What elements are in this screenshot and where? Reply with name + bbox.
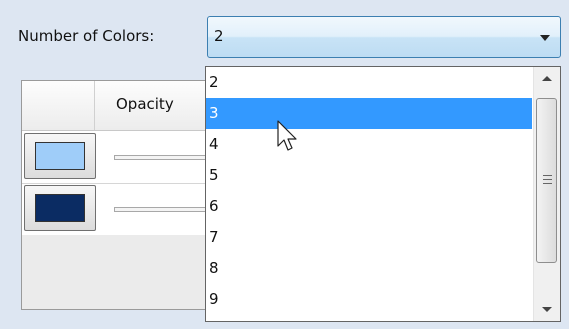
dropdown-option-7[interactable]: 7 xyxy=(206,222,532,253)
dropdown-option-8[interactable]: 8 xyxy=(206,253,532,284)
color-swatch-button-1[interactable] xyxy=(24,133,96,179)
dropdown-options: 23456789 xyxy=(206,67,532,315)
dropdown-option-2[interactable]: 2 xyxy=(206,67,532,98)
opacity-column-header: Opacity xyxy=(116,95,174,113)
scrollbar-thumb[interactable] xyxy=(536,98,557,263)
dropdown-option-9[interactable]: 9 xyxy=(206,284,532,315)
number-of-colors-label: Number of Colors: xyxy=(18,27,155,45)
dropdown-option-4[interactable]: 4 xyxy=(206,129,532,160)
grip-line xyxy=(543,175,552,176)
grid-header-corner xyxy=(22,81,95,130)
dropdown-option-6[interactable]: 6 xyxy=(206,191,532,222)
color-swatch-1 xyxy=(35,142,85,170)
mouse-pointer-icon xyxy=(277,120,297,151)
dropdown-scrollbar[interactable] xyxy=(533,67,560,321)
grip-line xyxy=(543,183,552,184)
combobox-value: 2 xyxy=(214,27,224,45)
scroll-up-arrow-icon[interactable] xyxy=(534,67,560,91)
color-swatch-button-2[interactable] xyxy=(24,185,96,231)
number-of-colors-combobox[interactable]: 2 xyxy=(207,16,561,58)
scroll-down-arrow-icon[interactable] xyxy=(534,297,560,321)
chevron-down-icon[interactable] xyxy=(540,35,550,41)
dropdown-option-3[interactable]: 3 xyxy=(206,98,532,129)
color-swatch-2 xyxy=(35,194,85,222)
number-of-colors-dropdown-list[interactable]: 23456789 xyxy=(205,66,561,322)
dropdown-option-5[interactable]: 5 xyxy=(206,160,532,191)
grip-line xyxy=(543,179,552,180)
